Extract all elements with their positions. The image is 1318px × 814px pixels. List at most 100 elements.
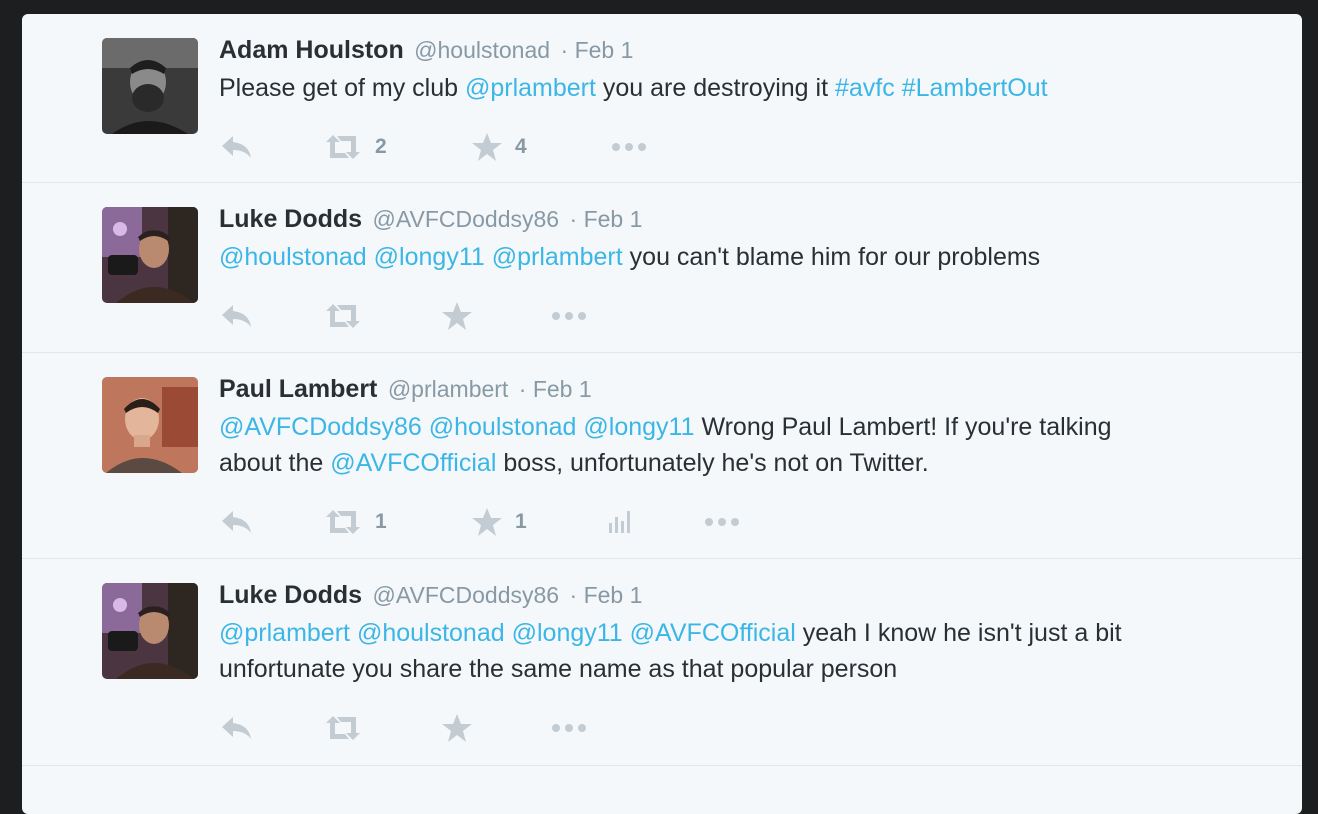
tweet-text-line: unfortunate you share the same name as t…	[219, 651, 1259, 687]
retweet-count: 1	[375, 510, 387, 533]
tweet-text-line: @AVFCDoddsy86 @houlstonad @longy11 Wrong…	[219, 409, 1259, 445]
author-name[interactable]: Luke Dodds	[219, 205, 362, 233]
retweet-icon	[323, 507, 363, 537]
tweet-date[interactable]: · Feb 1	[561, 37, 634, 63]
text-segment: boss, unfortunately he's not on Twitter.	[496, 449, 929, 477]
author-name[interactable]: Luke Dodds	[219, 581, 362, 609]
tweet-text: @AVFCDoddsy86 @houlstonad @longy11 Wrong…	[219, 409, 1259, 481]
retweet-icon	[323, 132, 363, 162]
author-handle[interactable]: @AVFCDoddsy86	[373, 582, 560, 608]
reply-icon	[219, 301, 255, 331]
reply-button[interactable]	[219, 502, 255, 542]
text-segment: you are destroying it	[595, 74, 835, 102]
tweet-date[interactable]: · Feb 1	[519, 376, 592, 402]
favorite-icon	[471, 132, 503, 162]
reply-icon	[219, 507, 255, 537]
mention-link[interactable]: @longy11	[374, 243, 485, 271]
text-segment	[350, 619, 357, 647]
author-handle[interactable]: @prlambert	[388, 376, 509, 402]
analytics-button[interactable]	[607, 502, 635, 542]
favorite-count: 4	[515, 135, 527, 158]
more-button[interactable]	[609, 127, 649, 167]
tweet-text-line: @houlstonad @longy11 @prlambert you can'…	[219, 239, 1259, 275]
avatar[interactable]	[102, 377, 198, 473]
hashtag-link[interactable]: #LambertOut	[902, 74, 1048, 102]
more-button[interactable]	[549, 296, 589, 336]
retweet-button[interactable]	[323, 708, 363, 748]
text-segment	[485, 243, 492, 271]
favorite-button[interactable]	[441, 296, 473, 336]
more-icon	[609, 132, 649, 162]
reply-icon	[219, 713, 255, 743]
reply-button[interactable]	[219, 127, 255, 167]
tweet-actions	[219, 708, 919, 748]
mention-link[interactable]: @prlambert	[492, 243, 623, 271]
author-handle[interactable]: @AVFCDoddsy86	[373, 206, 560, 232]
text-segment: Wrong Paul Lambert! If you're talking	[694, 413, 1112, 441]
mention-link[interactable]: @houlstonad	[219, 243, 367, 271]
text-segment: unfortunate you share the same name as t…	[219, 655, 898, 683]
favorite-count: 1	[515, 510, 527, 533]
avatar[interactable]	[102, 583, 198, 679]
mention-link[interactable]: @AVFCOfficial	[630, 619, 796, 647]
favorite-button[interactable]	[441, 708, 473, 748]
tweet-text-line: Please get of my club @prlambert you are…	[219, 70, 1259, 106]
tweet-header: Luke Dodds @AVFCDoddsy86 · Feb 1	[219, 203, 642, 239]
tweet-header: Luke Dodds @AVFCDoddsy86 · Feb 1	[219, 579, 642, 615]
text-segment: yeah I know he isn't just a bit	[795, 619, 1122, 647]
retweet-button[interactable]	[323, 296, 363, 336]
hashtag-link[interactable]: #avfc	[835, 74, 895, 102]
more-icon	[549, 301, 589, 331]
tweet-header: Adam Houlston @houlstonad · Feb 1	[219, 34, 633, 70]
avatar[interactable]	[102, 38, 198, 134]
tweet[interactable]: Paul Lambert @prlambert · Feb 1 @AVFCDod…	[22, 353, 1302, 559]
tweet-actions: 1 1	[219, 502, 919, 542]
text-segment	[505, 619, 512, 647]
mention-link[interactable]: @houlstonad	[429, 413, 577, 441]
text-segment: Please get of my club	[219, 74, 465, 102]
mention-link[interactable]: @AVFCDoddsy86	[219, 413, 422, 441]
mention-link[interactable]: @AVFCOfficial	[330, 449, 496, 477]
mention-link[interactable]: @longy11	[583, 413, 694, 441]
text-segment: you can't blame him for our problems	[622, 243, 1041, 271]
mention-link[interactable]: @prlambert	[219, 619, 350, 647]
author-handle[interactable]: @houlstonad	[414, 37, 550, 63]
text-segment: about the	[219, 449, 331, 477]
retweet-count: 2	[375, 135, 387, 158]
more-icon	[702, 507, 742, 537]
tweet[interactable]: Luke Dodds @AVFCDoddsy86 · Feb 1 @houlst…	[22, 183, 1302, 353]
tweet-actions: 2 4	[219, 127, 919, 167]
analytics-icon	[607, 507, 635, 537]
tweet-text: @prlambert @houlstonad @longy11 @AVFCOff…	[219, 615, 1259, 687]
more-button[interactable]	[702, 502, 742, 542]
favorite-button[interactable]: 1	[471, 502, 527, 542]
text-segment	[895, 74, 902, 102]
reply-button[interactable]	[219, 296, 255, 336]
reply-icon	[219, 132, 255, 162]
author-name[interactable]: Paul Lambert	[219, 375, 377, 403]
tweet[interactable]: Adam Houlston @houlstonad · Feb 1 Please…	[22, 14, 1302, 183]
retweet-icon	[323, 301, 363, 331]
more-icon	[549, 713, 589, 743]
text-segment	[367, 243, 374, 271]
tweet-text-line: about the @AVFCOfficial boss, unfortunat…	[219, 445, 1259, 481]
mention-link[interactable]: @prlambert	[465, 74, 596, 102]
tweet-header: Paul Lambert @prlambert · Feb 1	[219, 373, 592, 409]
tweet[interactable]: Luke Dodds @AVFCDoddsy86 · Feb 1 @prlamb…	[22, 559, 1302, 766]
favorite-icon	[441, 301, 473, 331]
author-name[interactable]: Adam Houlston	[219, 36, 404, 64]
retweet-button[interactable]: 2	[323, 127, 387, 167]
mention-link[interactable]: @longy11	[512, 619, 623, 647]
more-button[interactable]	[549, 708, 589, 748]
reply-button[interactable]	[219, 708, 255, 748]
retweet-button[interactable]: 1	[323, 502, 387, 542]
favorite-icon	[441, 713, 473, 743]
tweet-text: Please get of my club @prlambert you are…	[219, 70, 1259, 106]
avatar[interactable]	[102, 207, 198, 303]
timeline-panel: Adam Houlston @houlstonad · Feb 1 Please…	[22, 14, 1302, 814]
tweet-date[interactable]: · Feb 1	[570, 582, 643, 608]
tweet-date[interactable]: · Feb 1	[570, 206, 643, 232]
favorite-button[interactable]: 4	[471, 127, 527, 167]
tweet-text: @houlstonad @longy11 @prlambert you can'…	[219, 239, 1259, 275]
mention-link[interactable]: @houlstonad	[357, 619, 505, 647]
